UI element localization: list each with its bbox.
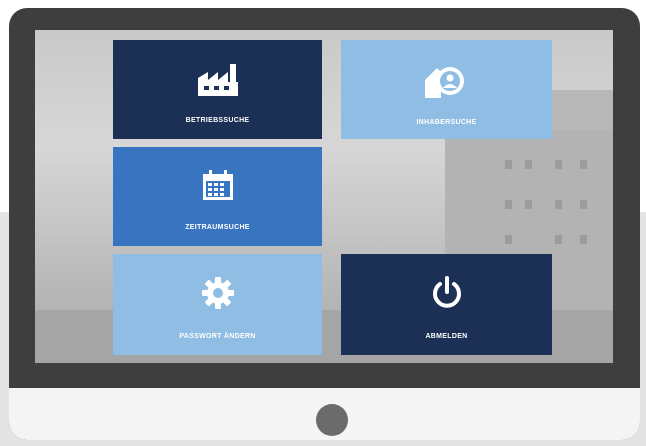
building-window bbox=[505, 235, 512, 244]
inhabersuche-tile[interactable]: INHABERSUCHE bbox=[341, 40, 552, 139]
building-window bbox=[505, 200, 512, 209]
calendar-icon bbox=[203, 170, 233, 200]
monitor-button bbox=[316, 404, 348, 436]
building-window bbox=[555, 235, 562, 244]
power-icon bbox=[433, 276, 461, 308]
passwort-aendern-label: PASSWORT ÄNDERN bbox=[179, 333, 256, 340]
abmelden-label: ABMELDEN bbox=[425, 333, 468, 340]
gear-icon bbox=[202, 277, 234, 309]
passwort-aendern-tile[interactable]: PASSWORT ÄNDERN bbox=[113, 254, 322, 355]
betriebssuche-label: BETRIEBSSUCHE bbox=[185, 117, 250, 124]
zeitraumsuche-label: ZEITRAUMSUCHE bbox=[185, 224, 250, 231]
building-window bbox=[555, 200, 562, 209]
monitor-frame: BETRIEBSSUCHE INHABERSUCHE ZEITRAUMSUCHE… bbox=[9, 8, 640, 440]
monitor-screen: BETRIEBSSUCHE INHABERSUCHE ZEITRAUMSUCHE… bbox=[35, 30, 613, 363]
abmelden-tile[interactable]: ABMELDEN bbox=[341, 254, 552, 355]
building-window bbox=[580, 160, 587, 169]
building-window bbox=[525, 200, 532, 209]
zeitraumsuche-tile[interactable]: ZEITRAUMSUCHE bbox=[113, 147, 322, 246]
betriebssuche-tile[interactable]: BETRIEBSSUCHE bbox=[113, 40, 322, 139]
factory-icon bbox=[198, 64, 238, 96]
building-window bbox=[555, 160, 562, 169]
building-window bbox=[580, 200, 587, 209]
building-window bbox=[580, 235, 587, 244]
owner-badge-icon bbox=[425, 67, 464, 98]
building-window bbox=[525, 160, 532, 169]
building-window bbox=[505, 160, 512, 169]
inhabersuche-label: INHABERSUCHE bbox=[416, 119, 477, 126]
